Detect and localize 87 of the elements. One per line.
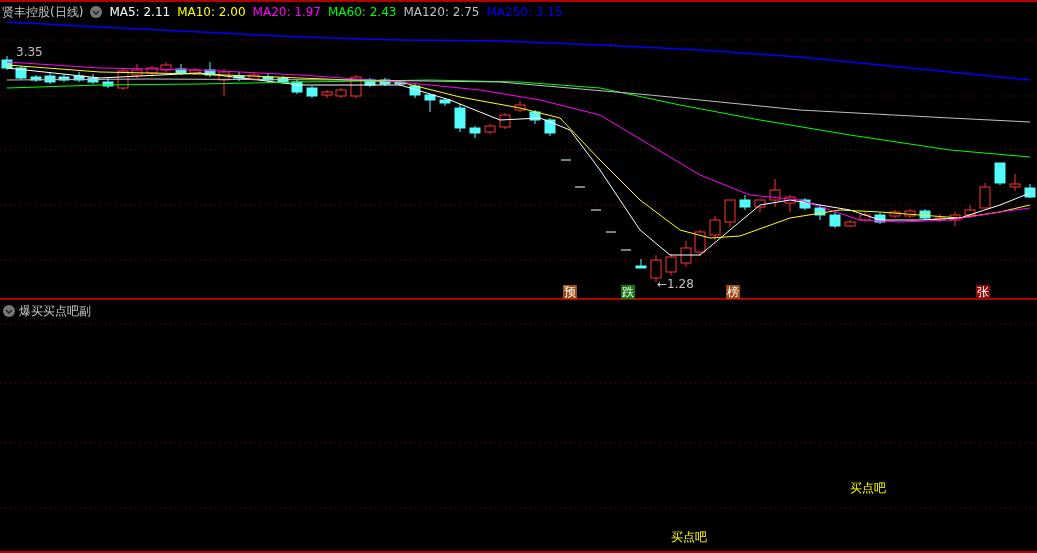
candlestick: [560, 159, 572, 161]
moving-average-value: MA60: 2.43: [328, 5, 397, 19]
candlestick: [889, 209, 901, 219]
candlestick: [87, 73, 99, 85]
chart-title: 贤丰控股(日线): [2, 3, 84, 21]
price-label: 3.35: [16, 45, 43, 59]
candlestick: [131, 63, 143, 79]
candlestick: [204, 61, 216, 78]
price-label: ←1.28: [657, 277, 694, 291]
candlestick: [439, 97, 451, 107]
candlestick: [979, 182, 991, 209]
moving-average-value: MA10: 2.00: [177, 5, 246, 19]
candlestick: [1009, 173, 1021, 192]
candlestick: [964, 204, 976, 219]
candlestick: [620, 249, 632, 251]
candlestick: [1024, 183, 1036, 199]
candlestick: [859, 211, 871, 223]
moving-average-value: MA250: 3.15: [486, 5, 563, 19]
candlestick: [30, 74, 42, 83]
candlestick: [58, 73, 70, 83]
candlestick: [189, 67, 201, 76]
candlestick: [73, 71, 85, 83]
candlestick: [454, 103, 466, 133]
candlestick: [15, 65, 27, 81]
candlestick: [665, 253, 677, 276]
candlestick: [291, 79, 303, 95]
event-tag: 榜: [726, 285, 740, 299]
candlestick: [799, 197, 811, 211]
candlestick: [160, 61, 172, 73]
candlestick: [146, 65, 158, 78]
candlestick: [1, 55, 13, 71]
moving-average-value: MA5: 2.11: [109, 5, 171, 19]
candlestick: [829, 211, 841, 229]
candlestick: [335, 87, 347, 99]
event-tag: 跌: [621, 285, 635, 299]
candlestick: [350, 74, 362, 99]
candlestick: [605, 231, 617, 233]
candlestick: [574, 186, 586, 188]
candlestick: [739, 194, 751, 211]
buy-signal-label: 买点吧: [671, 529, 707, 546]
candlestick: [484, 123, 496, 135]
candlestick: [590, 209, 602, 211]
candlestick: [277, 75, 289, 85]
candlestick: [934, 213, 946, 223]
event-tag: 预: [563, 285, 577, 299]
candlestick: [514, 100, 526, 113]
candlestick: [769, 178, 781, 208]
candlestick: [694, 229, 706, 257]
candlestick: [321, 89, 333, 99]
candlestick: [102, 77, 114, 89]
candlestick: [949, 211, 961, 227]
candlestick: [424, 93, 436, 113]
candlestick: [409, 83, 421, 99]
candlestick: [117, 68, 129, 91]
candlestick: [844, 219, 856, 228]
candlestick: [175, 63, 187, 76]
indicator-title: 爆买买点吧副: [19, 302, 91, 320]
buy-signal-label: 买点吧: [850, 480, 886, 497]
candlestick: [233, 71, 245, 82]
moving-average-value: MA120: 2.75: [403, 5, 480, 19]
event-tag: 张: [976, 285, 990, 299]
candlestick: [919, 208, 931, 221]
candlestick: [306, 85, 318, 99]
candlestick: [394, 79, 406, 87]
candlestick: [262, 73, 274, 83]
candlestick: [994, 162, 1006, 186]
candlestick: [784, 194, 796, 213]
candlestick: [44, 71, 56, 85]
candlestick: [218, 68, 230, 97]
candlestick: [874, 212, 886, 225]
candlestick: [379, 77, 391, 87]
candlestick: [814, 204, 826, 221]
candlestick: [499, 112, 511, 130]
candlestick: [754, 199, 766, 213]
candlestick: [529, 109, 541, 125]
candlestick: [364, 77, 376, 88]
candlestick: [724, 199, 736, 228]
candlestick: [680, 240, 692, 268]
collapse-icon[interactable]: [3, 305, 15, 317]
collapse-icon[interactable]: [90, 6, 103, 18]
candlestick: [469, 125, 481, 139]
candlestick: [635, 258, 647, 269]
candlestick: [709, 215, 721, 241]
moving-average-value: MA20: 1.97: [252, 5, 321, 19]
candlestick: [544, 117, 556, 137]
candlestick: [248, 71, 260, 82]
candlestick: [904, 208, 916, 219]
